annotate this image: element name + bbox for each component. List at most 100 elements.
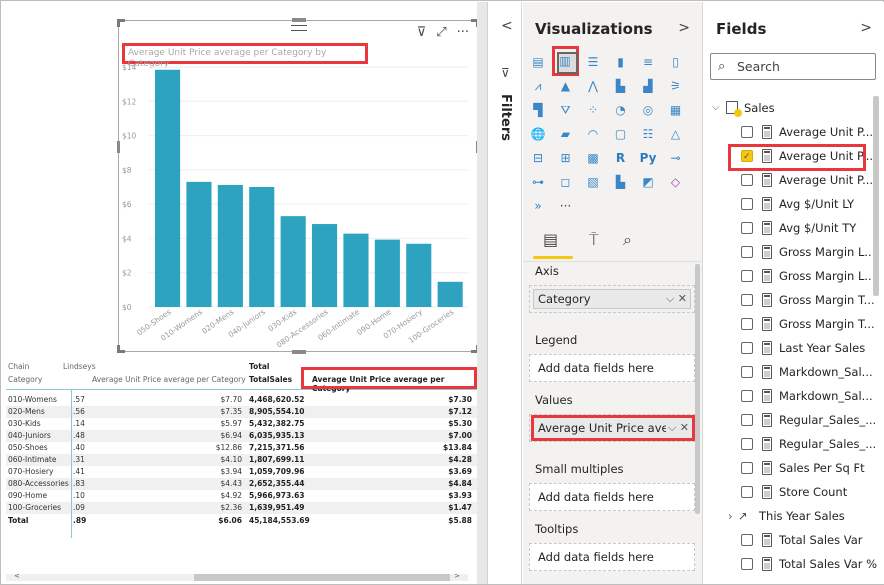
more-options-icon[interactable]: ··· [457,25,469,41]
table-horizontal-scrollbar[interactable]: < > [6,572,468,581]
decomposition-tree-icon[interactable]: ⊶ [528,172,548,192]
field-group-this-year-sales[interactable]: › ↗ This Year Sales [704,504,874,528]
bar-020-Mens[interactable] [217,184,243,307]
multi-row-card-icon[interactable]: ☷ [638,124,658,144]
table-row[interactable]: 060-Intimate .31 $4.10 1,807,699.11 $4.28 [6,454,478,466]
analytics-magnifier-icon[interactable]: ⌕ [623,230,632,250]
field-item[interactable]: Regular_Sales_... [704,432,876,456]
field-item[interactable]: Total Sales Var % [704,552,877,576]
r-visual-icon[interactable]: R [611,148,631,168]
slicer-icon[interactable]: ⊟ [528,148,548,168]
checkbox[interactable] [741,246,753,258]
collapse-fields-icon[interactable]: > [860,20,872,36]
resize-handle-top[interactable] [292,18,306,22]
bar-050-Shoes[interactable] [155,69,181,307]
bar-100-Groceries[interactable] [437,281,463,307]
field-item[interactable]: Gross Margin T... [704,288,875,312]
stacked-area-chart-icon[interactable]: ⋀ [583,76,603,96]
bar-040-Juniors[interactable] [249,187,275,307]
waterfall-chart-icon[interactable]: ▜ [528,100,548,120]
collapse-filters-icon[interactable]: < [501,18,513,34]
field-item[interactable]: Store Count [704,480,874,504]
100-stacked-bar-chart-icon[interactable]: ≡ [638,52,658,72]
smart-narrative-icon[interactable]: ▧ [583,172,603,192]
table-row[interactable]: 040-Juniors .48 $6.94 6,035,935.13 $7.00 [6,430,478,442]
100-stacked-column-chart-icon[interactable]: ▯ [666,52,686,72]
power-apps-icon[interactable]: ◇ [666,172,686,192]
arcgis-map-icon[interactable]: ◩ [638,172,658,192]
scatter-chart-icon[interactable]: ⁘ [583,100,603,120]
scroll-right-arrow[interactable]: > [454,572,460,580]
table-row[interactable]: 050-Shoes .40 $12.86 7,215,371.56 $13.84 [6,442,478,454]
field-item[interactable]: Gross Margin T... [704,312,875,336]
field-item[interactable]: Markdown_Sal... [704,384,874,408]
field-item[interactable]: Regular_Sales_... [704,408,876,432]
table-icon[interactable]: ⊞ [556,148,576,168]
field-item[interactable]: Avg $/Unit TY [704,216,874,240]
checkbox[interactable] [741,486,753,498]
chip-dropdown-remove-icons[interactable]: ⌵ ✕ [663,290,687,308]
collapse-visualizations-icon[interactable]: > [678,20,690,36]
kpi-icon[interactable]: △ [666,124,686,144]
checkbox[interactable] [741,390,753,402]
gauge-icon[interactable]: ◠ [583,124,603,144]
field-item[interactable]: Sales Per Sq Ft [704,456,874,480]
filters-label[interactable]: Filters [498,94,513,141]
checkbox[interactable] [741,438,753,450]
small-multiples-well[interactable]: Add data fields here [529,483,695,511]
table-row[interactable]: 020-Mens .56 $7.35 8,905,554.10 $7.12 [6,406,478,418]
field-item[interactable]: Average Unit P... [704,168,874,192]
field-item[interactable]: Avg $/Unit LY [704,192,874,216]
pie-chart-icon[interactable]: ◔ [611,100,631,120]
filters-pane[interactable]: < ⊽ Filters [490,2,522,584]
checkbox[interactable] [741,174,753,186]
key-influencers-icon[interactable]: ⊸ [666,148,686,168]
stacked-bar-chart-icon[interactable]: ▤ [528,52,548,72]
paginated-report-icon[interactable]: ▙ [611,172,631,192]
field-item[interactable]: Gross Margin L... [704,240,875,264]
header-category[interactable]: Category [8,375,42,384]
field-item[interactable]: Average Unit P... [704,120,874,144]
table-row[interactable]: 010-Womens .57 $7.70 4,468,620.52 $7.30 [6,394,478,406]
table-row[interactable]: 070-Hosiery .41 $3.94 1,059,709.96 $3.69 [6,466,478,478]
checkbox[interactable] [741,270,753,282]
filter-icon[interactable]: ⊽ [417,25,427,41]
canvas-scrollbar[interactable] [477,2,487,584]
bar-080-Accessories[interactable] [312,224,338,307]
resize-handle-top-left[interactable] [117,19,125,27]
more-visuals-icon[interactable]: ··· [556,196,576,216]
axis-well[interactable]: Category ⌵ ✕ [529,285,695,313]
field-item[interactable]: Total Sales Var [704,528,874,552]
checkbox[interactable] [741,198,753,210]
table-row[interactable]: 030-Kids .14 $5.97 5,432,382.75 $5.30 [6,418,478,430]
expand-chevron-icon[interactable]: ⌵ [712,96,720,120]
ribbon-chart-icon[interactable]: ⚞ [666,76,686,96]
field-item[interactable]: Gross Margin L... [704,264,875,288]
values-well[interactable]: Average Unit Price avera ⌵ ✕ [529,414,695,442]
tooltips-well[interactable]: Add data fields here [529,543,695,571]
visualizations-scrollbar[interactable] [695,264,700,514]
checkbox[interactable] [741,558,753,570]
checkbox[interactable] [741,414,753,426]
checkbox[interactable] [741,366,753,378]
qa-icon[interactable]: ◻ [556,172,576,192]
fields-tab-icon[interactable]: ▤ [543,230,558,249]
bar-070-Hosiery[interactable] [406,243,432,307]
power-automate-icon[interactable]: » [528,196,548,216]
bar-090-Home[interactable] [374,239,400,307]
treemap-icon[interactable]: ▦ [666,100,686,120]
scroll-thumb[interactable] [194,574,450,581]
line-column-chart-icon[interactable]: ▙ [611,76,631,96]
focus-mode-icon[interactable]: ⤢ [436,25,446,41]
area-chart-icon[interactable]: ▲ [556,76,576,96]
bar-030-Kids[interactable] [280,216,306,307]
checkbox[interactable] [741,294,753,306]
format-paint-roller-icon[interactable]: ⍑ [589,230,599,250]
bar-010-Womens[interactable] [186,181,212,307]
donut-chart-icon[interactable]: ◎ [638,100,658,120]
python-visual-icon[interactable]: Py [638,148,658,168]
checkbox[interactable] [741,462,753,474]
legend-well[interactable]: Add data fields here [529,354,695,382]
table-row[interactable]: 090-Home .10 $4.92 5,966,973.63 $3.93 [6,490,478,502]
funnel-chart-icon[interactable]: ⛛ [556,100,576,120]
